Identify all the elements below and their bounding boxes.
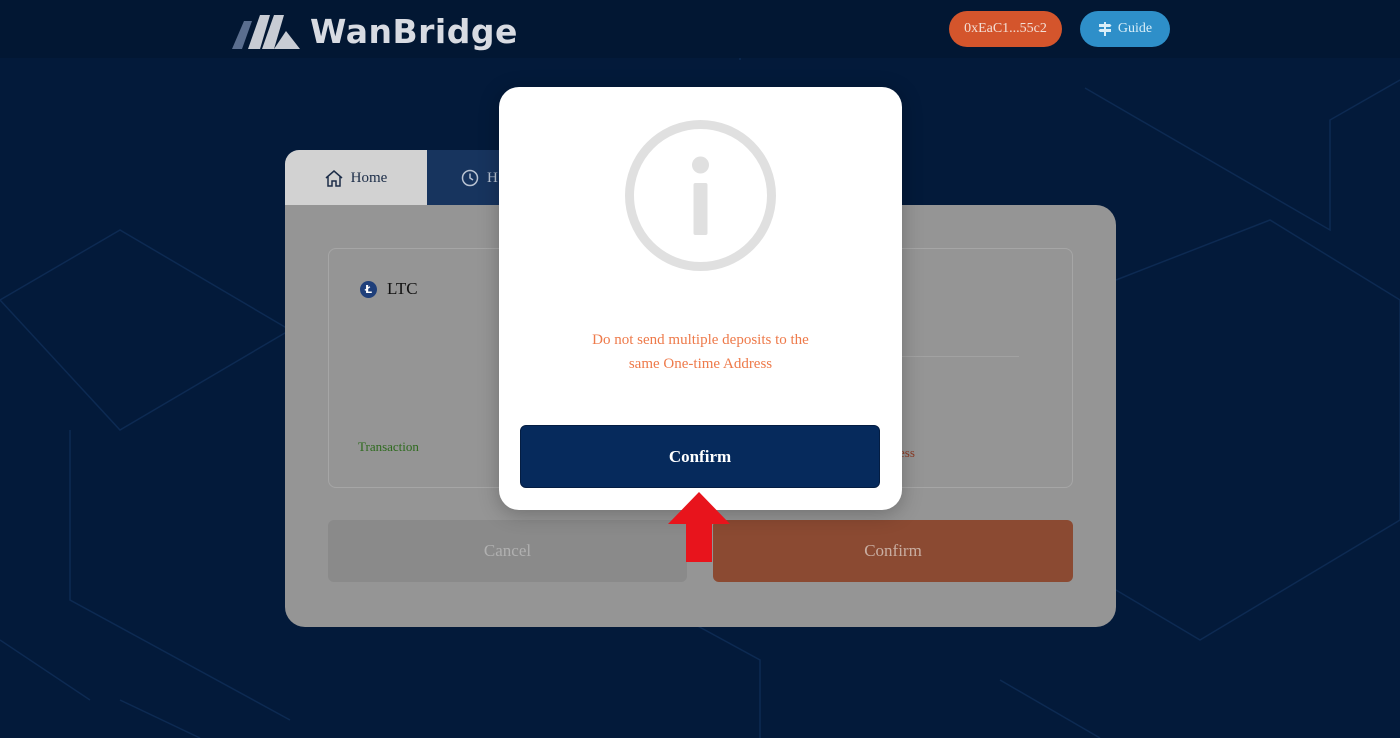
modal-message-line2: same One-time Address — [628, 356, 773, 372]
card-confirm-button[interactable]: Confirm — [713, 520, 1073, 582]
divider — [889, 356, 1019, 357]
modal-confirm-button[interactable]: Confirm — [520, 425, 880, 488]
brand-name: WanBridge — [310, 11, 518, 51]
info-icon — [625, 120, 776, 271]
warning-modal: Do not send multiple deposits to the sam… — [499, 87, 902, 510]
transaction-label: Transaction — [358, 439, 419, 454]
clock-icon — [461, 169, 479, 187]
modal-message: Do not send multiple deposits to the sam… — [539, 328, 862, 376]
home-icon — [325, 169, 343, 187]
top-bar — [0, 0, 1400, 58]
signpost-icon — [1098, 22, 1112, 36]
modal-message-line1: Do not send multiple deposits to the — [592, 332, 809, 348]
guide-button[interactable]: Guide — [1080, 11, 1170, 47]
litecoin-icon: Ł — [360, 280, 377, 298]
wanbridge-logo-icon — [232, 15, 300, 49]
tab-home[interactable]: Home — [285, 150, 427, 206]
brand-logo[interactable]: WanBridge — [230, 10, 518, 52]
tab-history-label: H — [487, 169, 498, 186]
wallet-address-button[interactable]: 0xEaC1...55c2 — [949, 11, 1062, 47]
guide-label: Guide — [1117, 21, 1153, 36]
coin-selector: Ł LTC — [360, 279, 418, 299]
annotation-arrow-icon — [668, 492, 730, 562]
tab-home-label: Home — [350, 169, 388, 186]
cancel-button[interactable]: Cancel — [328, 520, 687, 582]
coin-label: LTC — [387, 279, 418, 298]
